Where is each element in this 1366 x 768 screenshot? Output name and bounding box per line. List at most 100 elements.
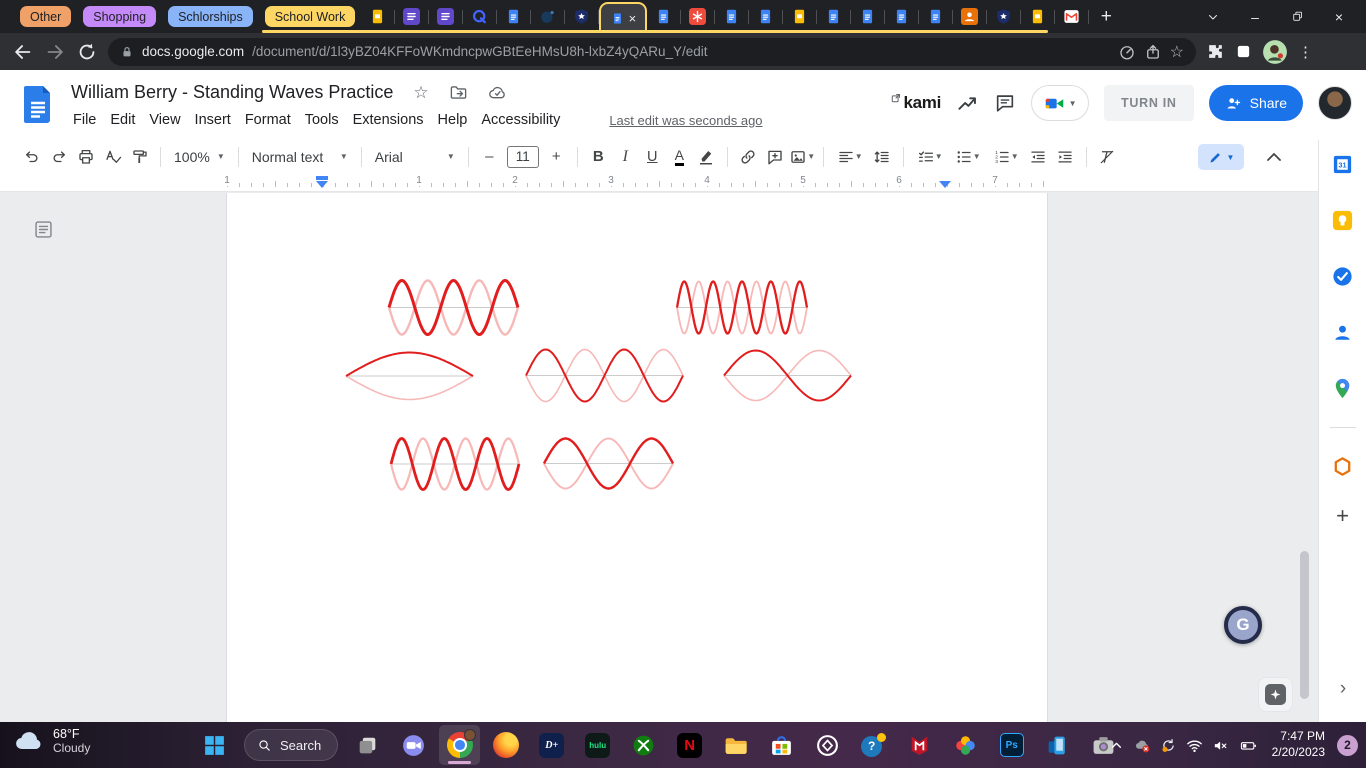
- tab-purple-list[interactable]: [429, 0, 462, 33]
- add-comment-icon[interactable]: [762, 144, 789, 169]
- line-spacing-icon[interactable]: [869, 144, 896, 169]
- tab-contacts-orange[interactable]: [953, 0, 986, 33]
- restore-button[interactable]: [1276, 0, 1318, 33]
- right-indent-marker[interactable]: [939, 181, 951, 188]
- taskbar-ring-app-icon[interactable]: [807, 725, 848, 765]
- menu-extensions[interactable]: Extensions: [346, 109, 431, 131]
- increase-indent-icon[interactable]: [1052, 144, 1079, 169]
- activity-trend-icon[interactable]: [956, 92, 979, 115]
- clear-formatting-icon[interactable]: [1094, 144, 1121, 169]
- taskbar-search[interactable]: Search: [244, 729, 339, 761]
- standing-wave-5-loops[interactable]: [387, 279, 520, 336]
- tab-docs[interactable]: [715, 0, 748, 33]
- tab-docs[interactable]: [817, 0, 850, 33]
- taskbar-mcafee-icon[interactable]: [899, 725, 940, 765]
- tab-kami[interactable]: [681, 0, 714, 33]
- taskbar-chat-icon[interactable]: [393, 725, 434, 765]
- weather-widget[interactable]: 68°F Cloudy: [14, 727, 90, 755]
- paint-format-icon[interactable]: [126, 144, 153, 169]
- explore-button[interactable]: [1258, 677, 1293, 712]
- taskbar-photos-icon[interactable]: [945, 725, 986, 765]
- decrease-font-icon[interactable]: –: [476, 144, 503, 169]
- menu-format[interactable]: Format: [238, 109, 298, 131]
- bulleted-list-icon[interactable]: ▼: [949, 144, 987, 169]
- text-color-icon[interactable]: A: [666, 144, 693, 169]
- tab-shield-star[interactable]: [987, 0, 1020, 33]
- close-tab-icon[interactable]: ×: [629, 12, 637, 25]
- menu-view[interactable]: View: [142, 109, 187, 131]
- tab-docs[interactable]: [497, 0, 530, 33]
- menu-edit[interactable]: Edit: [103, 109, 142, 131]
- calendar-panel-icon[interactable]: 31: [1331, 153, 1354, 176]
- active-tab[interactable]: ×: [599, 2, 648, 33]
- maps-panel-icon[interactable]: [1331, 377, 1354, 400]
- taskbar-task-view-icon[interactable]: [347, 725, 388, 765]
- tab-group-school-work[interactable]: School Work: [264, 6, 356, 27]
- volume-muted-icon[interactable]: [1212, 737, 1229, 754]
- align-icon[interactable]: ▼: [831, 144, 869, 169]
- tab-slides[interactable]: [1021, 0, 1054, 33]
- kami-open-button[interactable]: kami: [891, 93, 941, 113]
- doc-page[interactable]: [226, 193, 1048, 722]
- standing-wave-2-loops[interactable]: [723, 349, 852, 402]
- taskbar-store-icon[interactable]: [761, 725, 802, 765]
- standing-wave-6-loops[interactable]: [389, 437, 521, 491]
- taskbar-firefox-icon[interactable]: [485, 725, 526, 765]
- reload-icon[interactable]: [76, 41, 98, 63]
- turn-in-button[interactable]: TURN IN: [1104, 85, 1194, 121]
- numbered-list-icon[interactable]: 1 2 3 ▼: [987, 144, 1025, 169]
- font-select[interactable]: Arial ▼: [369, 149, 461, 165]
- taskbar-ps-express-icon[interactable]: Ps: [991, 725, 1032, 765]
- addon-panel-icon[interactable]: [1331, 455, 1354, 478]
- url-field[interactable]: docs.google.com /document/d/1l3yBZ04KFFo…: [108, 37, 1196, 66]
- taskbar-your-phone-icon[interactable]: [1037, 725, 1078, 765]
- taskbar-xbox-icon[interactable]: [623, 725, 664, 765]
- get-addons-plus-icon[interactable]: +: [1336, 505, 1349, 527]
- document-title[interactable]: William Berry - Standing Waves Practice: [71, 82, 393, 103]
- menu-file[interactable]: File: [66, 109, 103, 131]
- standing-wave-1-loops[interactable]: [345, 351, 474, 401]
- editing-mode-button[interactable]: ▼: [1198, 144, 1244, 170]
- move-to-folder-icon[interactable]: [449, 83, 468, 102]
- left-indent-marker[interactable]: [316, 181, 328, 188]
- tab-purple-list[interactable]: [395, 0, 428, 33]
- sync-pending-icon[interactable]: [1160, 737, 1177, 754]
- tray-chevron-icon[interactable]: [1108, 737, 1125, 754]
- hide-menus-chevron-icon[interactable]: [1262, 145, 1286, 169]
- font-size-field[interactable]: 11: [506, 145, 539, 168]
- spellcheck-icon[interactable]: [99, 144, 126, 169]
- extension-app-icon[interactable]: [1235, 43, 1252, 60]
- side-panel-collapse-icon[interactable]: ›: [1319, 678, 1366, 700]
- print-icon[interactable]: [72, 144, 99, 169]
- tab-docs[interactable]: [749, 0, 782, 33]
- account-avatar[interactable]: [1318, 86, 1352, 120]
- taskbar-help-icon[interactable]: ?: [853, 725, 894, 765]
- performance-gauge-icon[interactable]: [1118, 43, 1136, 61]
- tab-gmail[interactable]: [1055, 0, 1088, 33]
- forward-icon[interactable]: [44, 41, 66, 63]
- taskbar-hulu-icon[interactable]: hulu: [577, 725, 618, 765]
- standing-wave-9-loops[interactable]: [675, 280, 809, 335]
- tab-docs[interactable]: [851, 0, 884, 33]
- insert-link-icon[interactable]: [735, 144, 762, 169]
- undo-icon[interactable]: [18, 144, 45, 169]
- share-page-icon[interactable]: [1144, 43, 1162, 61]
- tasks-panel-icon[interactable]: [1331, 265, 1354, 288]
- first-line-indent-marker[interactable]: [316, 176, 328, 180]
- browser-menu-chevron-icon[interactable]: [1192, 0, 1234, 33]
- menu-insert[interactable]: Insert: [188, 109, 238, 131]
- browser-profile-avatar[interactable]: [1262, 39, 1288, 65]
- tab-group-schlorships[interactable]: Schlorships: [168, 6, 253, 27]
- grammarly-button[interactable]: G: [1224, 606, 1262, 644]
- clock[interactable]: 7:47 PM 2/20/2023: [1272, 729, 1325, 760]
- tab-dark-circle[interactable]: [531, 0, 564, 33]
- checklist-icon[interactable]: ▼: [911, 144, 949, 169]
- styles-select[interactable]: Normal text ▼: [246, 149, 354, 165]
- redo-icon[interactable]: [45, 144, 72, 169]
- onedrive-error-icon[interactable]: [1134, 737, 1151, 754]
- underline-icon[interactable]: U: [639, 144, 666, 169]
- tab-docs[interactable]: [919, 0, 952, 33]
- browser-menu-icon[interactable]: ⋮: [1298, 43, 1313, 61]
- keep-panel-icon[interactable]: [1331, 209, 1354, 232]
- show-outline-icon[interactable]: [33, 219, 54, 240]
